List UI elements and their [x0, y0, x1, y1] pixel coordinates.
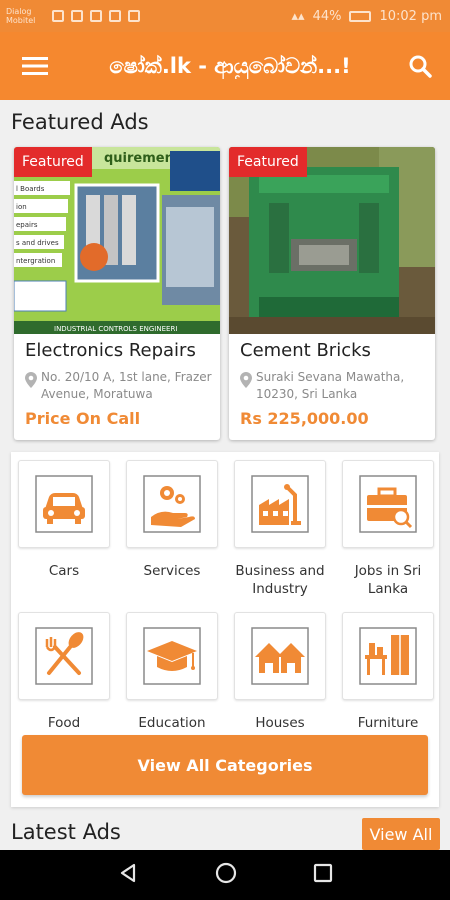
search-icon[interactable]	[390, 32, 450, 100]
category-cars[interactable]: Cars	[18, 460, 110, 580]
system-navigation-bar	[0, 850, 450, 900]
view-all-categories-button[interactable]: View All Categories	[22, 735, 428, 795]
back-icon[interactable]	[117, 862, 139, 888]
houses-icon	[234, 612, 326, 700]
category-label: Services	[143, 563, 201, 579]
svg-text:s and drives: s and drives	[16, 239, 59, 247]
ad-title: Cement Bricks	[240, 340, 371, 361]
hamburger-menu-icon[interactable]	[0, 32, 70, 100]
featured-ads-title: Featured Ads	[11, 110, 149, 134]
fork-spoon-icon	[18, 612, 110, 700]
category-jobs[interactable]: Jobs in Sri Lanka	[342, 460, 434, 598]
instagram-icon	[109, 10, 121, 22]
ad-price: Rs 225,000.00	[240, 409, 369, 428]
graduation-cap-icon	[126, 612, 218, 700]
category-label: Jobs in Sri Lanka	[354, 563, 422, 597]
ad-location: No. 20/10 A, 1st lane, Frazer Avenue, Mo…	[25, 369, 215, 403]
shield-icon	[52, 10, 64, 22]
recents-icon[interactable]	[313, 863, 333, 887]
app-bar: ෂෝක්.lk - ආයුබෝවන්...!	[0, 32, 450, 100]
svg-text:INDUSTRIAL CONTROLS ENGINEERI: INDUSTRIAL CONTROLS ENGINEERI	[54, 325, 177, 333]
battery-percent: 44%	[312, 8, 342, 24]
main-content[interactable]: Featured Ads quirements l Boards ion epa…	[0, 100, 450, 850]
category-food[interactable]: Food	[18, 612, 110, 732]
featured-ad-card[interactable]: Featured Cement Bricks Suraki Sevana Maw…	[229, 147, 435, 440]
carrier-label: Dialog Mobitel	[6, 7, 36, 25]
category-label: Houses	[255, 715, 305, 731]
ad-price: Price On Call	[25, 409, 141, 428]
clock: 10:02 pm	[379, 8, 442, 24]
view-all-latest-button[interactable]: View All	[362, 818, 440, 850]
notification-icons	[52, 10, 140, 22]
ad-image: Featured	[229, 147, 435, 334]
status-bar: Dialog Mobitel ▴▴ 44% 10:02 pm	[0, 0, 450, 32]
category-houses[interactable]: Houses	[234, 612, 326, 732]
battery-icon	[349, 10, 372, 22]
gallery-icon	[90, 10, 102, 22]
svg-text:l Boards: l Boards	[16, 185, 45, 193]
svg-text:epairs: epairs	[16, 221, 38, 229]
briefcase-search-icon	[342, 460, 434, 548]
svg-text:ntergration: ntergration	[16, 257, 55, 265]
category-services[interactable]: Services	[126, 460, 218, 580]
categories-panel: Cars Services Business and Industry Jobs…	[11, 452, 439, 807]
category-furniture[interactable]: Furniture	[342, 612, 434, 732]
featured-badge: Featured	[229, 147, 307, 177]
category-label: Furniture	[357, 715, 419, 731]
factory-robot-arm-icon	[234, 460, 326, 548]
category-label: Cars	[48, 563, 80, 579]
home-icon[interactable]	[214, 861, 238, 889]
category-label: Business and Industry	[235, 563, 325, 597]
ad-location: Suraki Sevana Mawatha, 10230, Sri Lanka	[240, 369, 430, 403]
message-icon	[71, 10, 83, 22]
app-title: ෂෝක්.lk - ආයුබෝවන්...!	[109, 53, 351, 78]
category-label: Food	[47, 715, 81, 731]
featured-badge: Featured	[14, 147, 92, 177]
signal-icon: ▴▴	[291, 8, 305, 24]
featured-ad-card[interactable]: quirements l Boards ion epairs s and dri…	[14, 147, 220, 440]
ad-title: Electronics Repairs	[25, 340, 196, 361]
youtube-icon	[128, 10, 140, 22]
services-gear-hand-icon	[126, 460, 218, 548]
svg-text:ion: ion	[16, 203, 27, 211]
category-business-and-industry[interactable]: Business and Industry	[234, 460, 326, 598]
category-label: Education	[138, 715, 206, 731]
location-pin-icon	[25, 369, 37, 403]
category-education[interactable]: Education	[126, 612, 218, 732]
latest-ads-title: Latest Ads	[11, 820, 121, 844]
car-icon	[18, 460, 110, 548]
furniture-icon	[342, 612, 434, 700]
location-pin-icon	[240, 369, 252, 403]
ad-image: quirements l Boards ion epairs s and dri…	[14, 147, 220, 334]
